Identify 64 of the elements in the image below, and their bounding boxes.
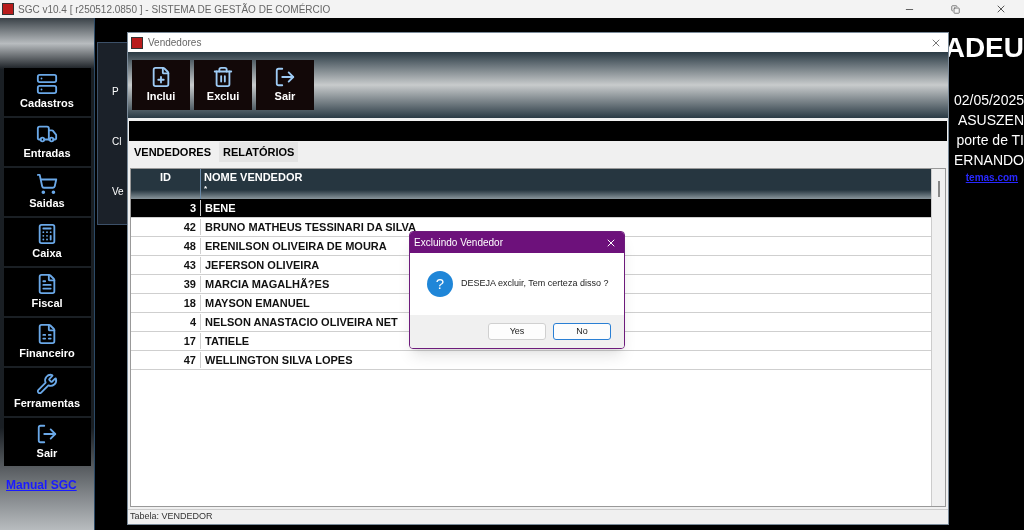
table-cell: 18: [131, 294, 201, 312]
background-text: ASUSZEN: [957, 111, 1024, 130]
table-row[interactable]: 47 WELLINGTON SILVA LOPES: [131, 351, 931, 370]
sidebar-button[interactable]: Financeiro: [3, 318, 91, 366]
server-icon: [36, 72, 58, 95]
status-text: Tabela: VENDEDOR: [130, 510, 213, 524]
sidebar-button[interactable]: Sair: [3, 418, 91, 466]
dialog-button[interactable]: Yes: [488, 323, 546, 340]
background-label: Ve: [111, 185, 125, 199]
close-icon: [995, 3, 1007, 15]
spreadsheet-icon: [36, 322, 58, 345]
background-text: porte de TI: [956, 131, 1024, 150]
toolbar-button[interactable]: Exclui: [194, 60, 252, 110]
background-text: ERNANDO: [954, 151, 1024, 170]
background-heading: ADEU: [944, 31, 1024, 65]
exit-icon: [274, 65, 296, 88]
question-icon: ?: [427, 271, 453, 297]
sidebar-button[interactable]: Cadastros: [3, 68, 91, 116]
table-cell: 39: [131, 275, 201, 293]
wrench-icon: [36, 372, 58, 395]
column-header[interactable]: NOME VENDEDOR *: [201, 169, 931, 199]
table-cell: 17: [131, 332, 201, 350]
table-cell-text: TATIELE: [204, 333, 250, 349]
table-cell: 4: [131, 313, 201, 331]
table-cell-text: ERENILSON OLIVEIRA DE MOURA: [204, 238, 387, 254]
trash-icon: [212, 65, 234, 88]
table-cell: 43: [131, 256, 201, 274]
cart-icon: [36, 172, 58, 195]
sidebar-button[interactable]: Entradas: [3, 118, 91, 166]
app-logo-icon: [131, 36, 143, 49]
dialog-title: Excluindo Vendedor: [414, 236, 503, 250]
dialog-button[interactable]: No: [553, 323, 611, 340]
table-cell-text: JEFERSON OLIVEIRA: [204, 257, 320, 273]
tab[interactable]: RELATÓRIOS: [219, 142, 299, 162]
column-header[interactable]: ID: [131, 169, 201, 199]
toolbar-button[interactable]: Inclui: [132, 60, 190, 110]
table-cell-text: MAYSON EMANUEL: [204, 295, 310, 311]
table-cell-text: NELSON ANASTACIO OLIVEIRA NET: [204, 314, 398, 330]
sidebar-button[interactable]: Caixa: [3, 218, 91, 266]
table-cell-text: BENE: [204, 200, 236, 216]
background-text: 02/05/2025: [953, 91, 1024, 110]
table-cell: 3: [131, 199, 201, 217]
restore-icon: [950, 4, 960, 14]
add-document-icon: [150, 65, 172, 88]
table-cell-text: WELLINGTON SILVA LOPES: [204, 352, 353, 368]
sidebar-button[interactable]: Fiscal: [3, 268, 91, 316]
app-logo-icon: [2, 3, 14, 15]
app-title: SGC v10.4 [ r250512.0850 ] - SISTEMA DE GESTÃO DE COMÉRCIO: [18, 2, 331, 17]
table-row[interactable]: 42 BRUNO MATHEUS TESSINARI DA SILVA: [131, 218, 931, 237]
dialog-message: DESEJA excluir, Tem certeza disso ?: [461, 277, 609, 291]
table-row[interactable]: 3 BENE: [131, 199, 931, 218]
table-cell: 47: [131, 351, 201, 369]
table-cell: 48: [131, 237, 201, 255]
window-title: Vendedores: [148, 36, 202, 50]
exit-icon: [36, 422, 58, 445]
scrollbar[interactable]: [931, 169, 945, 506]
table-cell: 42: [131, 218, 201, 236]
document-icon: [36, 272, 58, 295]
sidebar-button[interactable]: Saidas: [3, 168, 91, 216]
sidebar-button[interactable]: Ferramentas: [3, 368, 91, 416]
table-cell-text: BRUNO MATHEUS TESSINARI DA SILVA: [204, 219, 417, 235]
toolbar-button[interactable]: Sair: [256, 60, 314, 110]
calculator-icon: [36, 222, 58, 245]
table-cell-text: MARCIA MAGALHÃ?ES: [204, 276, 330, 292]
